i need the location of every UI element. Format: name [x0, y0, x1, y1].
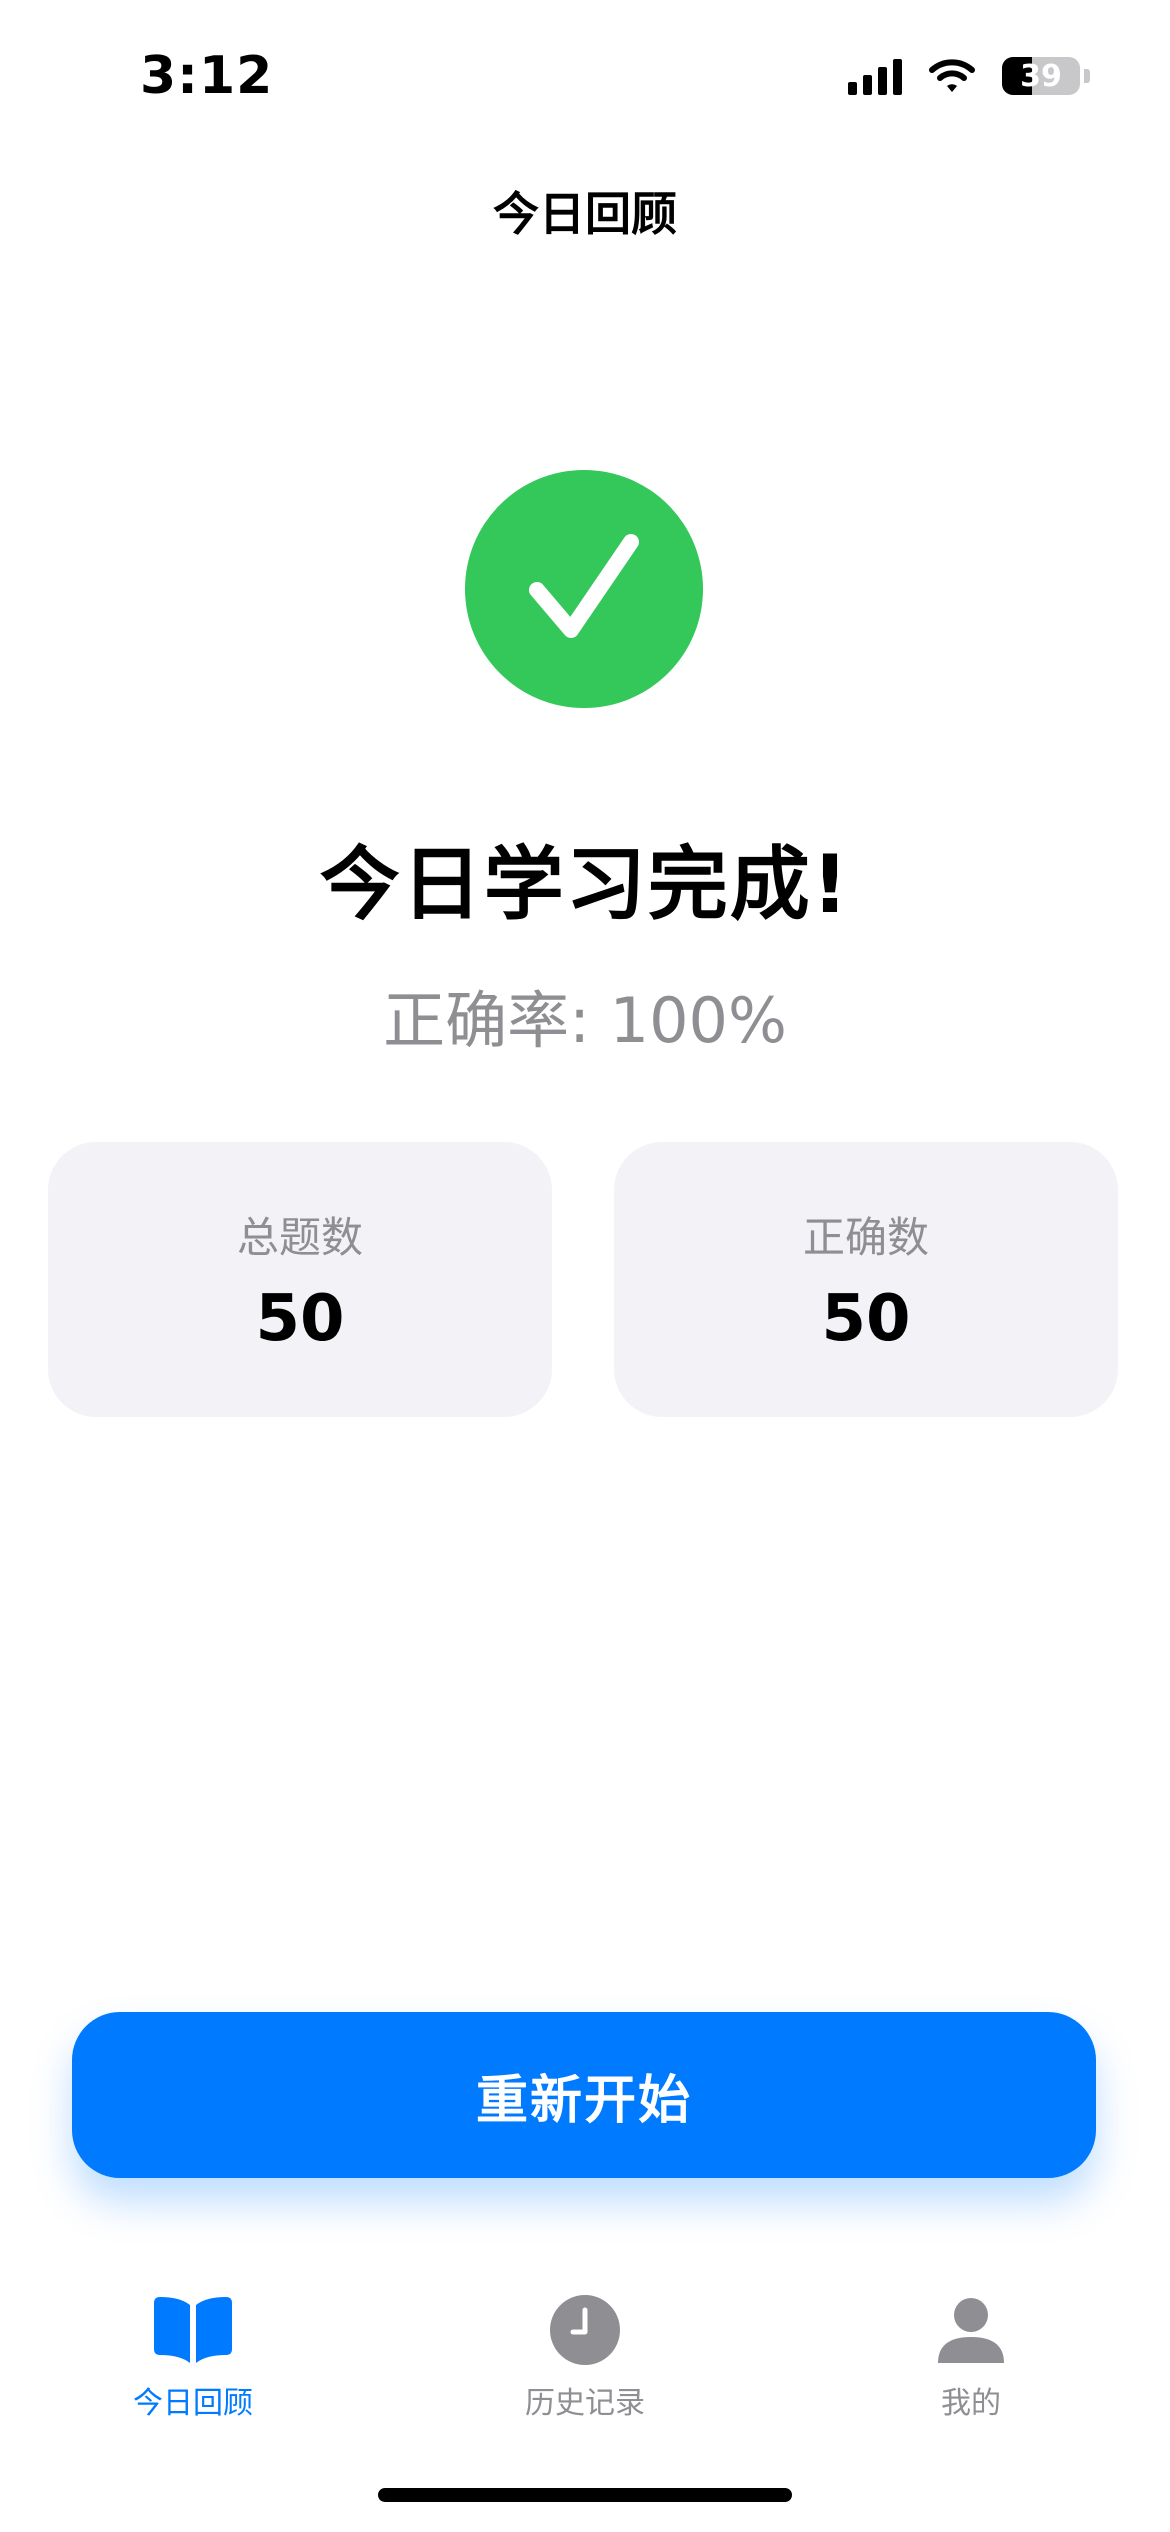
checkmark-icon	[529, 534, 639, 638]
status-bar: 3:12 39	[0, 0, 1170, 150]
tab-history[interactable]: 历史记录	[455, 2290, 715, 2440]
page-title: 今日回顾	[493, 187, 677, 241]
correct-answers-card: 正确数 50	[614, 1142, 1118, 1417]
restart-button[interactable]: 重新开始	[72, 2012, 1096, 2178]
status-time: 3:12	[140, 46, 274, 106]
tab-label: 我的	[941, 2386, 1001, 2421]
tab-today-review[interactable]: 今日回顾	[63, 2290, 323, 2440]
wifi-icon	[929, 59, 975, 92]
tab-label: 今日回顾	[133, 2386, 253, 2421]
battery-percentage: 39	[1020, 58, 1062, 94]
battery-icon: 39	[1002, 57, 1080, 95]
stat-value: 50	[821, 1282, 911, 1356]
accuracy-text: 正确率: 100%	[383, 984, 787, 1057]
clock-icon	[540, 2290, 630, 2370]
home-indicator	[378, 2488, 792, 2502]
tab-profile[interactable]: 我的	[841, 2290, 1101, 2440]
checkmark-circle-icon	[465, 470, 703, 708]
stat-label: 正确数	[802, 1213, 929, 1262]
person-icon	[926, 2290, 1016, 2370]
battery-nub	[1084, 69, 1090, 83]
book-icon	[148, 2290, 238, 2370]
stat-value: 50	[255, 1282, 345, 1356]
cellular-signal-icon	[848, 57, 902, 95]
total-questions-card: 总题数 50	[48, 1142, 552, 1417]
stat-label: 总题数	[236, 1213, 363, 1262]
tab-label: 历史记录	[525, 2386, 645, 2421]
completion-headline: 今日学习完成!	[319, 838, 851, 931]
tab-bar: 今日回顾 历史记录 我的	[0, 2270, 1170, 2450]
status-icons: 39	[848, 54, 1090, 98]
